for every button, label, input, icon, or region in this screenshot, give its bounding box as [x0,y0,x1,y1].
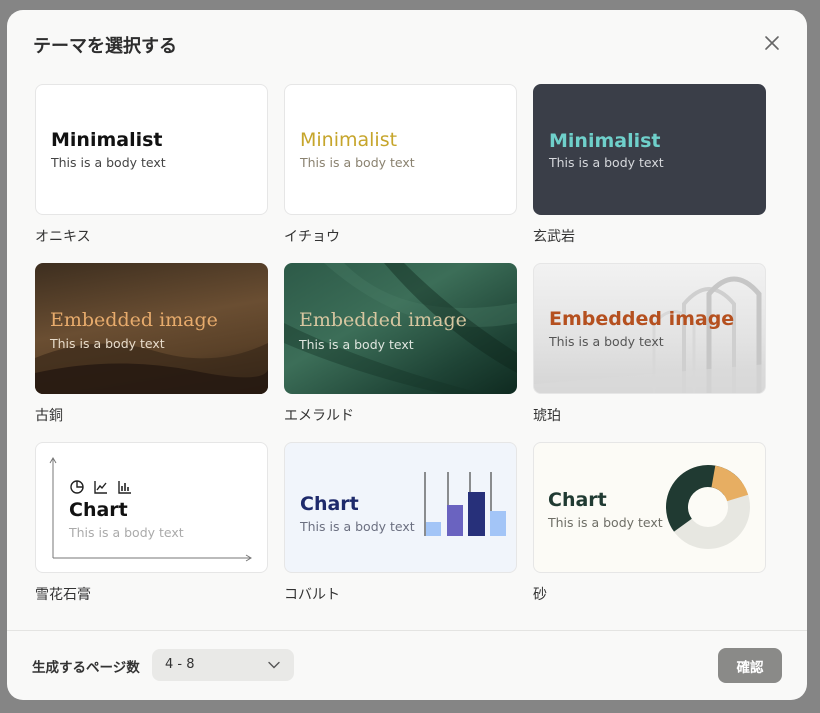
dialog-title: テーマを選択する [33,36,177,57]
theme-tile-onyx[interactable]: Minimalist This is a body text オニキス [35,84,268,246]
theme-name-bronze: 古銅 [35,408,63,424]
theme-body-text: This is a body text [549,334,664,349]
theme-heading: Embedded image [299,309,467,331]
pie-chart-icon [70,480,84,494]
close-icon [765,36,779,50]
theme-heading: Minimalist [51,129,163,151]
theme-tile-sand[interactable]: Chart This is a body text 砂 [533,442,766,604]
theme-heading: Chart [548,489,607,511]
theme-body-text: This is a body text [548,515,663,530]
theme-tile-basalt[interactable]: Minimalist This is a body text 玄武岩 [533,84,766,246]
theme-name-alabaster: 雪花石膏 [35,587,91,603]
theme-card-basalt[interactable]: Minimalist This is a body text [533,84,766,215]
theme-tile-alabaster[interactable]: Chart This is a body text 雪花石膏 [35,442,268,604]
theme-name-ginkgo: イチョウ [284,229,340,245]
line-chart-icon [94,481,107,494]
theme-body-text: This is a body text [69,525,184,540]
theme-tile-ginkgo[interactable]: Minimalist This is a body text イチョウ [284,84,517,246]
theme-dialog: テーマを選択する Minimalist This is a body text … [7,10,807,700]
theme-name-cobalt: コバルト [284,587,340,603]
theme-name-amber: 琥珀 [533,408,561,424]
theme-body-text: This is a body text [300,519,415,534]
theme-name-emerald: エメラルド [284,408,354,424]
theme-heading: Minimalist [549,130,661,152]
theme-card-cobalt[interactable]: Chart This is a body text [284,442,517,573]
page-count-select[interactable]: 4 - 8 [152,649,294,681]
theme-heading: Chart [69,499,128,521]
theme-card-onyx[interactable]: Minimalist This is a body text [35,84,268,215]
theme-tile-bronze[interactable]: Embedded image This is a body text 古銅 [35,263,268,425]
theme-name-sand: 砂 [533,587,547,603]
theme-card-bronze[interactable]: Embedded image This is a body text [35,263,268,394]
page-count-value: 4 - 8 [165,657,195,672]
chevron-down-icon [268,661,280,669]
footer-divider [7,630,807,631]
theme-tile-cobalt[interactable]: Chart This is a body text コバルト [284,442,517,604]
theme-body-text: This is a body text [549,155,664,170]
confirm-button[interactable]: 確認 [718,648,782,683]
close-button[interactable] [761,32,783,54]
theme-tile-amber[interactable]: Embedded image This is a body text 琥珀 [533,263,766,425]
theme-card-alabaster[interactable]: Chart This is a body text [35,442,268,573]
page-count-label: 生成するページ数 [32,660,140,676]
theme-body-text: This is a body text [300,155,415,170]
theme-heading: Chart [300,493,359,515]
bar-chart-icon [118,481,131,494]
theme-heading: Embedded image [50,309,218,331]
theme-body-text: This is a body text [51,155,166,170]
theme-heading: Embedded image [549,308,735,330]
theme-card-sand[interactable]: Chart This is a body text [533,442,766,573]
theme-tile-emerald[interactable]: Embedded image This is a body text エメラルド [284,263,517,425]
theme-heading: Minimalist [300,129,398,151]
theme-card-amber[interactable]: Embedded image This is a body text [533,263,766,394]
theme-name-onyx: オニキス [35,229,91,245]
theme-body-text: This is a body text [299,337,414,352]
theme-card-emerald[interactable]: Embedded image This is a body text [284,263,517,394]
theme-name-basalt: 玄武岩 [533,229,575,245]
theme-card-ginkgo[interactable]: Minimalist This is a body text [284,84,517,215]
theme-body-text: This is a body text [50,336,165,351]
